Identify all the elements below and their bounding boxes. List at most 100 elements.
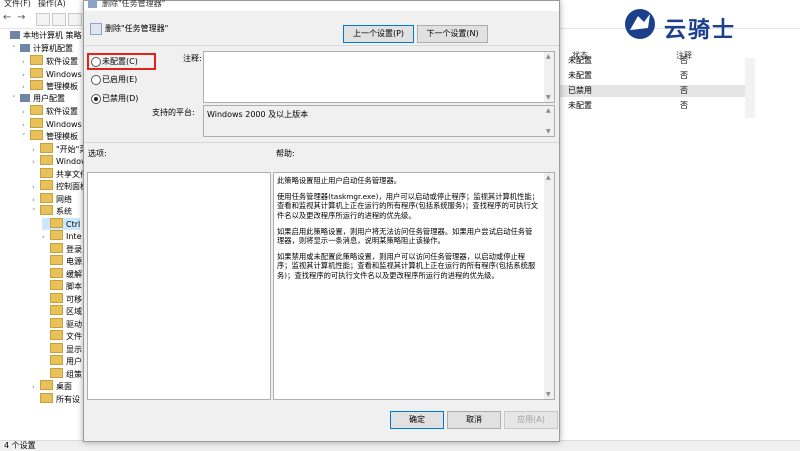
expand-chevron-icon[interactable]: › xyxy=(22,81,30,93)
tree-item[interactable]: › Windows 设 xyxy=(22,67,92,81)
tree-item[interactable]: ˅ 计算机配置 xyxy=(12,43,73,55)
menu-file[interactable]: 文件(F) xyxy=(4,0,31,9)
tree-item[interactable]: 缓解 xyxy=(42,267,82,280)
expand-chevron-icon[interactable]: › xyxy=(22,69,30,81)
brand-logo: 云骑士 xyxy=(622,6,772,43)
tree-item[interactable]: › 控制面板 xyxy=(32,180,88,192)
setting-note: 否 xyxy=(680,86,688,95)
comment-textarea[interactable]: ▲ ▼ xyxy=(203,51,555,103)
settings-list: 状态 注释 未配置否未配置否已禁用否未配置否 xyxy=(558,50,800,130)
folder-icon xyxy=(50,230,63,240)
console-tree: 本地计算机 策略 ˅ 计算机配置 › 软件设置 › Windows 设 › 管理模板 ˅ 用户配置 ›… xyxy=(0,29,92,439)
expand-chevron-icon[interactable]: › xyxy=(22,106,30,118)
forward-arrow-icon[interactable]: → xyxy=(17,12,25,23)
tree-item[interactable]: 本地计算机 策略 xyxy=(2,30,82,42)
tree-item-label: 软件设置 xyxy=(46,57,78,66)
expand-chevron-icon[interactable]: › xyxy=(32,194,40,206)
tree-item-label: 软件设置 xyxy=(46,107,78,116)
tree-item[interactable]: › 软件设置 xyxy=(22,55,78,67)
folder-icon xyxy=(40,180,53,190)
setting-row[interactable]: 未配置 否 xyxy=(558,55,754,67)
tree-item[interactable]: 区域 xyxy=(42,305,82,317)
next-setting-button[interactable]: 下一个设置(N) xyxy=(417,25,488,43)
folder-icon xyxy=(40,392,53,403)
folder-icon xyxy=(40,155,53,165)
expand-chevron-icon[interactable]: › xyxy=(32,144,40,156)
folder-up-icon[interactable] xyxy=(36,13,50,26)
tree-item[interactable]: 电源 xyxy=(42,255,82,267)
expand-chevron-icon[interactable]: › xyxy=(22,56,30,68)
expand-chevron-icon[interactable]: › xyxy=(32,181,40,193)
expand-chevron-icon[interactable]: › xyxy=(22,119,30,131)
show-tree-icon[interactable] xyxy=(52,13,66,26)
comment-scrollbar[interactable]: ▲ ▼ xyxy=(544,52,554,102)
ok-button[interactable]: 确定 xyxy=(390,411,444,429)
radio-enabled-label[interactable]: 已启用(E) xyxy=(102,74,137,85)
radio-not-configured-label[interactable]: 未配置(C) xyxy=(102,56,138,67)
tree-item[interactable]: ˅ 管理模板 xyxy=(22,130,78,142)
header-divider xyxy=(84,45,559,46)
dialog-header-title: 删除"任务管理器" xyxy=(105,24,169,33)
tree-item-label: 管理模板 xyxy=(46,132,78,141)
tree-item[interactable]: 共享文件 xyxy=(32,167,88,180)
expand-chevron-icon[interactable]: › xyxy=(32,381,40,393)
tree-item[interactable]: ˅ 用户配置 xyxy=(12,93,65,105)
expand-chevron-icon[interactable]: ˅ xyxy=(12,43,20,55)
setting-state: 未配置 xyxy=(568,71,592,80)
expand-chevron-icon[interactable]: › xyxy=(42,231,50,243)
folder-icon xyxy=(50,242,63,253)
tree-item[interactable]: 所有设 xyxy=(32,392,80,405)
supported-scrollbar[interactable]: ▲ ▼ xyxy=(544,106,554,136)
folder-icon xyxy=(30,55,43,65)
tree-item[interactable]: ˅ 系统 xyxy=(32,205,72,217)
options-panel xyxy=(87,172,271,400)
tree-item-label: 文件 xyxy=(66,332,82,341)
menu-action[interactable]: 操作(A) xyxy=(38,0,66,9)
folder-icon xyxy=(40,167,53,178)
tree-item[interactable]: › 软件设置 xyxy=(22,105,78,117)
help-scrollbar[interactable]: ▲ ▼ xyxy=(544,173,554,399)
tree-item[interactable]: › "开始"菜 xyxy=(32,142,87,156)
help-label: 帮助: xyxy=(276,149,295,158)
radio-not-configured[interactable] xyxy=(91,57,101,67)
back-arrow-icon[interactable]: ← xyxy=(3,12,11,23)
tree-item[interactable]: 文件 xyxy=(42,330,82,342)
radio-enabled[interactable] xyxy=(91,75,101,85)
tree-item-label: Inte xyxy=(66,232,82,241)
tree-item[interactable]: › Inte xyxy=(42,230,82,242)
tree-item[interactable]: 可移 xyxy=(42,292,82,305)
tree-item[interactable]: 用户 xyxy=(42,355,82,367)
expand-chevron-icon[interactable]: ˅ xyxy=(22,131,30,143)
apply-button[interactable]: 应用(A) xyxy=(504,411,558,429)
radio-disabled[interactable] xyxy=(91,94,101,104)
tree-item[interactable]: Ctrl xyxy=(42,217,81,230)
tree-item[interactable]: › 桌面 xyxy=(32,380,72,392)
expand-chevron-icon[interactable]: › xyxy=(32,156,40,168)
setting-row[interactable]: 已禁用 否 xyxy=(558,85,754,97)
tree-item[interactable]: 显示 xyxy=(42,342,82,355)
tree-item-label: 电源 xyxy=(66,257,82,266)
folder-icon xyxy=(30,80,43,90)
tree-item[interactable]: › 管理模板 xyxy=(22,80,78,92)
folder-icon xyxy=(40,380,53,390)
computer-icon xyxy=(20,43,30,52)
expand-chevron-icon[interactable]: ˅ xyxy=(12,93,20,105)
radio-disabled-label[interactable]: 已禁用(D) xyxy=(102,93,138,104)
previous-setting-button[interactable]: 上一个设置(P) xyxy=(343,25,414,43)
expand-chevron-icon[interactable]: ˅ xyxy=(32,206,40,218)
tree-item[interactable]: 登录 xyxy=(42,242,82,255)
setting-row[interactable]: 未配置 否 xyxy=(558,100,754,112)
folder-icon xyxy=(30,130,43,140)
tree-item[interactable]: 驱动 xyxy=(42,317,82,330)
tree-item-label: 组策 xyxy=(66,369,82,379)
tree-item[interactable]: 脚本 xyxy=(42,280,82,292)
folder-icon xyxy=(50,292,63,303)
tree-item[interactable]: › 网络 xyxy=(32,192,72,206)
tree-item[interactable]: › Windows 设 xyxy=(22,117,92,131)
setting-row[interactable]: 未配置 否 xyxy=(558,70,754,82)
tree-item[interactable]: 组策 xyxy=(42,367,82,380)
export-list-icon[interactable] xyxy=(68,13,82,26)
tree-item-label: 登录 xyxy=(66,244,82,254)
cancel-button[interactable]: 取消 xyxy=(447,411,501,429)
list-scrollbar[interactable] xyxy=(745,58,755,118)
